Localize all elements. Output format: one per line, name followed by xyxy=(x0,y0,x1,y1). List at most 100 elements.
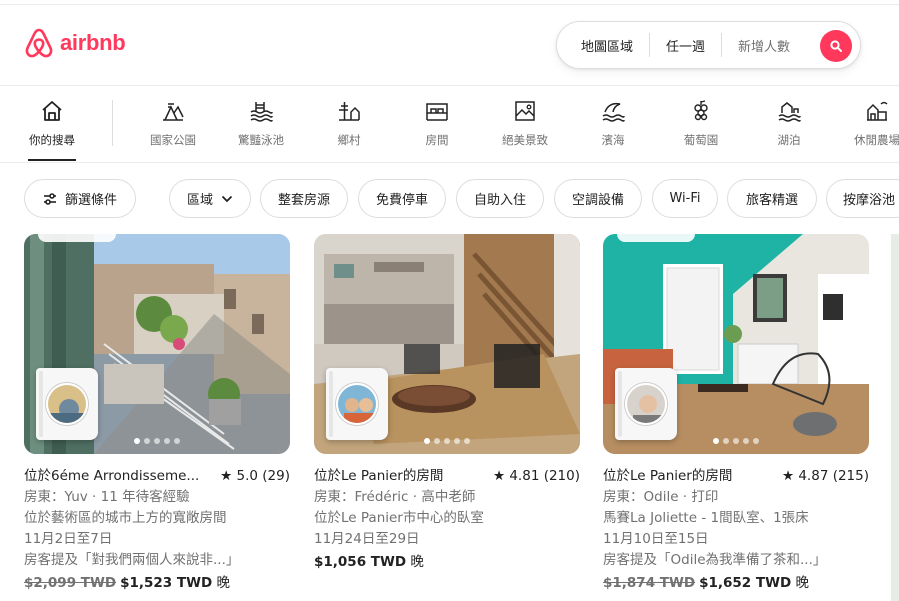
carousel-dot[interactable] xyxy=(454,438,460,444)
listing-price: $1,874 TWD $1,652 TWD 晚 xyxy=(603,573,869,594)
filter-wifi[interactable]: Wi-Fi xyxy=(652,179,718,218)
guest-favorite-badge xyxy=(38,226,116,242)
listing-photo[interactable] xyxy=(314,234,580,454)
category-label: 濱海 xyxy=(601,133,625,147)
carousel-dot[interactable] xyxy=(733,438,739,444)
photo-carousel-dots[interactable] xyxy=(134,438,180,444)
home-icon xyxy=(42,101,62,121)
price-unit: 晚 xyxy=(410,554,424,570)
room-icon xyxy=(426,103,448,121)
listing-title: 位於Le Panier的房間 xyxy=(314,468,444,484)
search-where[interactable]: 地圖區域 xyxy=(557,36,649,55)
host-badge xyxy=(326,368,388,440)
category-your-search[interactable]: 你的搜尋 xyxy=(12,98,92,148)
carousel-dot[interactable] xyxy=(424,438,430,444)
category-label: 休閒農場 xyxy=(854,133,899,147)
listing-rating: ★ 4.87 (215) xyxy=(781,468,869,484)
photo-carousel-dots[interactable] xyxy=(424,438,470,444)
listing-dates: 11月24日至29日 xyxy=(314,531,420,547)
airbnb-logo[interactable]: airbnb xyxy=(24,27,126,59)
listing-host: 房東：Yuv · 11 年待客經驗 xyxy=(24,489,190,505)
original-price: $2,099 TWD xyxy=(24,575,117,591)
view-icon xyxy=(515,101,535,121)
guest-favorite-badge xyxy=(617,226,695,242)
category-vineyard[interactable]: 葡萄園 xyxy=(661,98,741,148)
filter-guest-favorite[interactable]: 旅客精選 xyxy=(727,179,817,218)
brand-name: airbnb xyxy=(60,30,126,55)
listing-card[interactable]: 位於6éme Arrondisseme... ★ 5.0 (29) 房東：Yuv… xyxy=(24,226,290,594)
current-price: $1,056 TWD xyxy=(314,554,407,570)
listing-host: 房東：Frédéric · 高中老師 xyxy=(314,489,476,505)
header: airbnb 地圖區域 任一週 新增人數 xyxy=(0,0,899,86)
price-unit: 晚 xyxy=(795,575,810,591)
carousel-dot[interactable] xyxy=(134,438,140,444)
carousel-dot[interactable] xyxy=(164,438,170,444)
filter-label: 旅客精選 xyxy=(745,193,798,208)
search-bar[interactable]: 地圖區域 任一週 新增人數 xyxy=(556,21,861,69)
carousel-dot[interactable] xyxy=(723,438,729,444)
filter-region[interactable]: 區域 xyxy=(169,179,251,218)
carousel-dot[interactable] xyxy=(434,438,440,444)
category-view[interactable]: 絕美景致 xyxy=(485,98,565,148)
listing-info: 位於Le Panier的房間 ★ 4.81 (210) 房東：Frédéric … xyxy=(314,466,580,573)
carousel-dot[interactable] xyxy=(713,438,719,444)
listing-host: 房東：Odile · 打印 xyxy=(603,489,719,505)
search-button[interactable] xyxy=(820,30,852,62)
listing-rating: ★ 5.0 (29) xyxy=(220,468,290,484)
filter-label: 空調設備 xyxy=(571,193,624,208)
category-room[interactable]: 房間 xyxy=(397,98,477,148)
filter-hot-tub[interactable]: 按摩浴池 xyxy=(826,179,899,218)
category-label: 鄉村 xyxy=(337,133,361,147)
carousel-dot[interactable] xyxy=(743,438,749,444)
listing-photo[interactable] xyxy=(24,234,290,454)
host-badge xyxy=(36,368,98,440)
pool-icon xyxy=(250,102,273,122)
filter-chips: 篩選條件 區域 整套房源 免費停車 自助入住 空調設備 Wi-Fi 旅客精選 按… xyxy=(0,179,899,219)
carousel-dot[interactable] xyxy=(174,438,180,444)
listing-card[interactable]: 位於Le Panier的房間 ★ 4.87 (215) 房東：Odile · 打… xyxy=(603,226,869,594)
photo-carousel-dots[interactable] xyxy=(713,438,759,444)
filter-air-conditioning[interactable]: 空調設備 xyxy=(554,179,642,218)
map-edge xyxy=(891,234,899,601)
original-price: $1,874 TWD xyxy=(603,575,696,591)
category-national-park[interactable]: 國家公園 xyxy=(133,98,213,148)
listing-review: 房客提及「對我們兩個人來說非...」 xyxy=(24,552,240,568)
listing-photo[interactable] xyxy=(603,234,869,454)
filter-free-parking[interactable]: 免費停車 xyxy=(358,179,446,218)
listing-description: 馬賽La Joliette - 1間臥室、1張床 xyxy=(603,510,809,526)
lake-icon xyxy=(778,102,801,122)
category-label: 你的搜尋 xyxy=(29,133,75,147)
category-label: 驚豔泳池 xyxy=(238,133,284,147)
category-farm[interactable]: 休閒農場 xyxy=(837,98,899,148)
category-lake[interactable]: 湖泊 xyxy=(749,98,829,148)
carousel-dot[interactable] xyxy=(464,438,470,444)
category-label: 絕美景致 xyxy=(502,133,548,147)
active-category-underline xyxy=(28,159,76,161)
farm-icon xyxy=(867,101,888,121)
category-pool[interactable]: 驚豔泳池 xyxy=(221,98,301,148)
filter-label: Wi-Fi xyxy=(669,191,701,206)
filters-button[interactable]: 篩選條件 xyxy=(24,179,136,218)
filter-label: 篩選條件 xyxy=(64,193,117,208)
listing-rating: ★ 4.81 (210) xyxy=(492,468,580,484)
search-when[interactable]: 任一週 xyxy=(650,36,721,55)
category-beach[interactable]: 濱海 xyxy=(573,98,653,148)
host-avatar xyxy=(336,383,378,425)
national-park-icon xyxy=(163,103,184,121)
filter-entire-home[interactable]: 整套房源 xyxy=(260,179,348,218)
carousel-dot[interactable] xyxy=(154,438,160,444)
listing-card[interactable]: 位於Le Panier的房間 ★ 4.81 (210) 房東：Frédéric … xyxy=(314,234,580,573)
listing-dates: 11月2日至7日 xyxy=(24,531,113,547)
airbnb-logo-icon xyxy=(25,28,53,58)
listing-description: 位於藝術區的城市上方的寬敞房間 xyxy=(24,510,227,526)
host-avatar xyxy=(46,383,88,425)
carousel-dot[interactable] xyxy=(753,438,759,444)
carousel-dot[interactable] xyxy=(144,438,150,444)
carousel-dot[interactable] xyxy=(444,438,450,444)
category-countryside[interactable]: 鄉村 xyxy=(309,98,389,148)
listing-title: 位於Le Panier的房間 xyxy=(603,468,733,484)
chevron-down-icon xyxy=(221,195,233,203)
filter-self-checkin[interactable]: 自助入住 xyxy=(456,179,544,218)
search-guests[interactable]: 新增人數 xyxy=(722,36,806,55)
category-separator xyxy=(112,100,113,146)
